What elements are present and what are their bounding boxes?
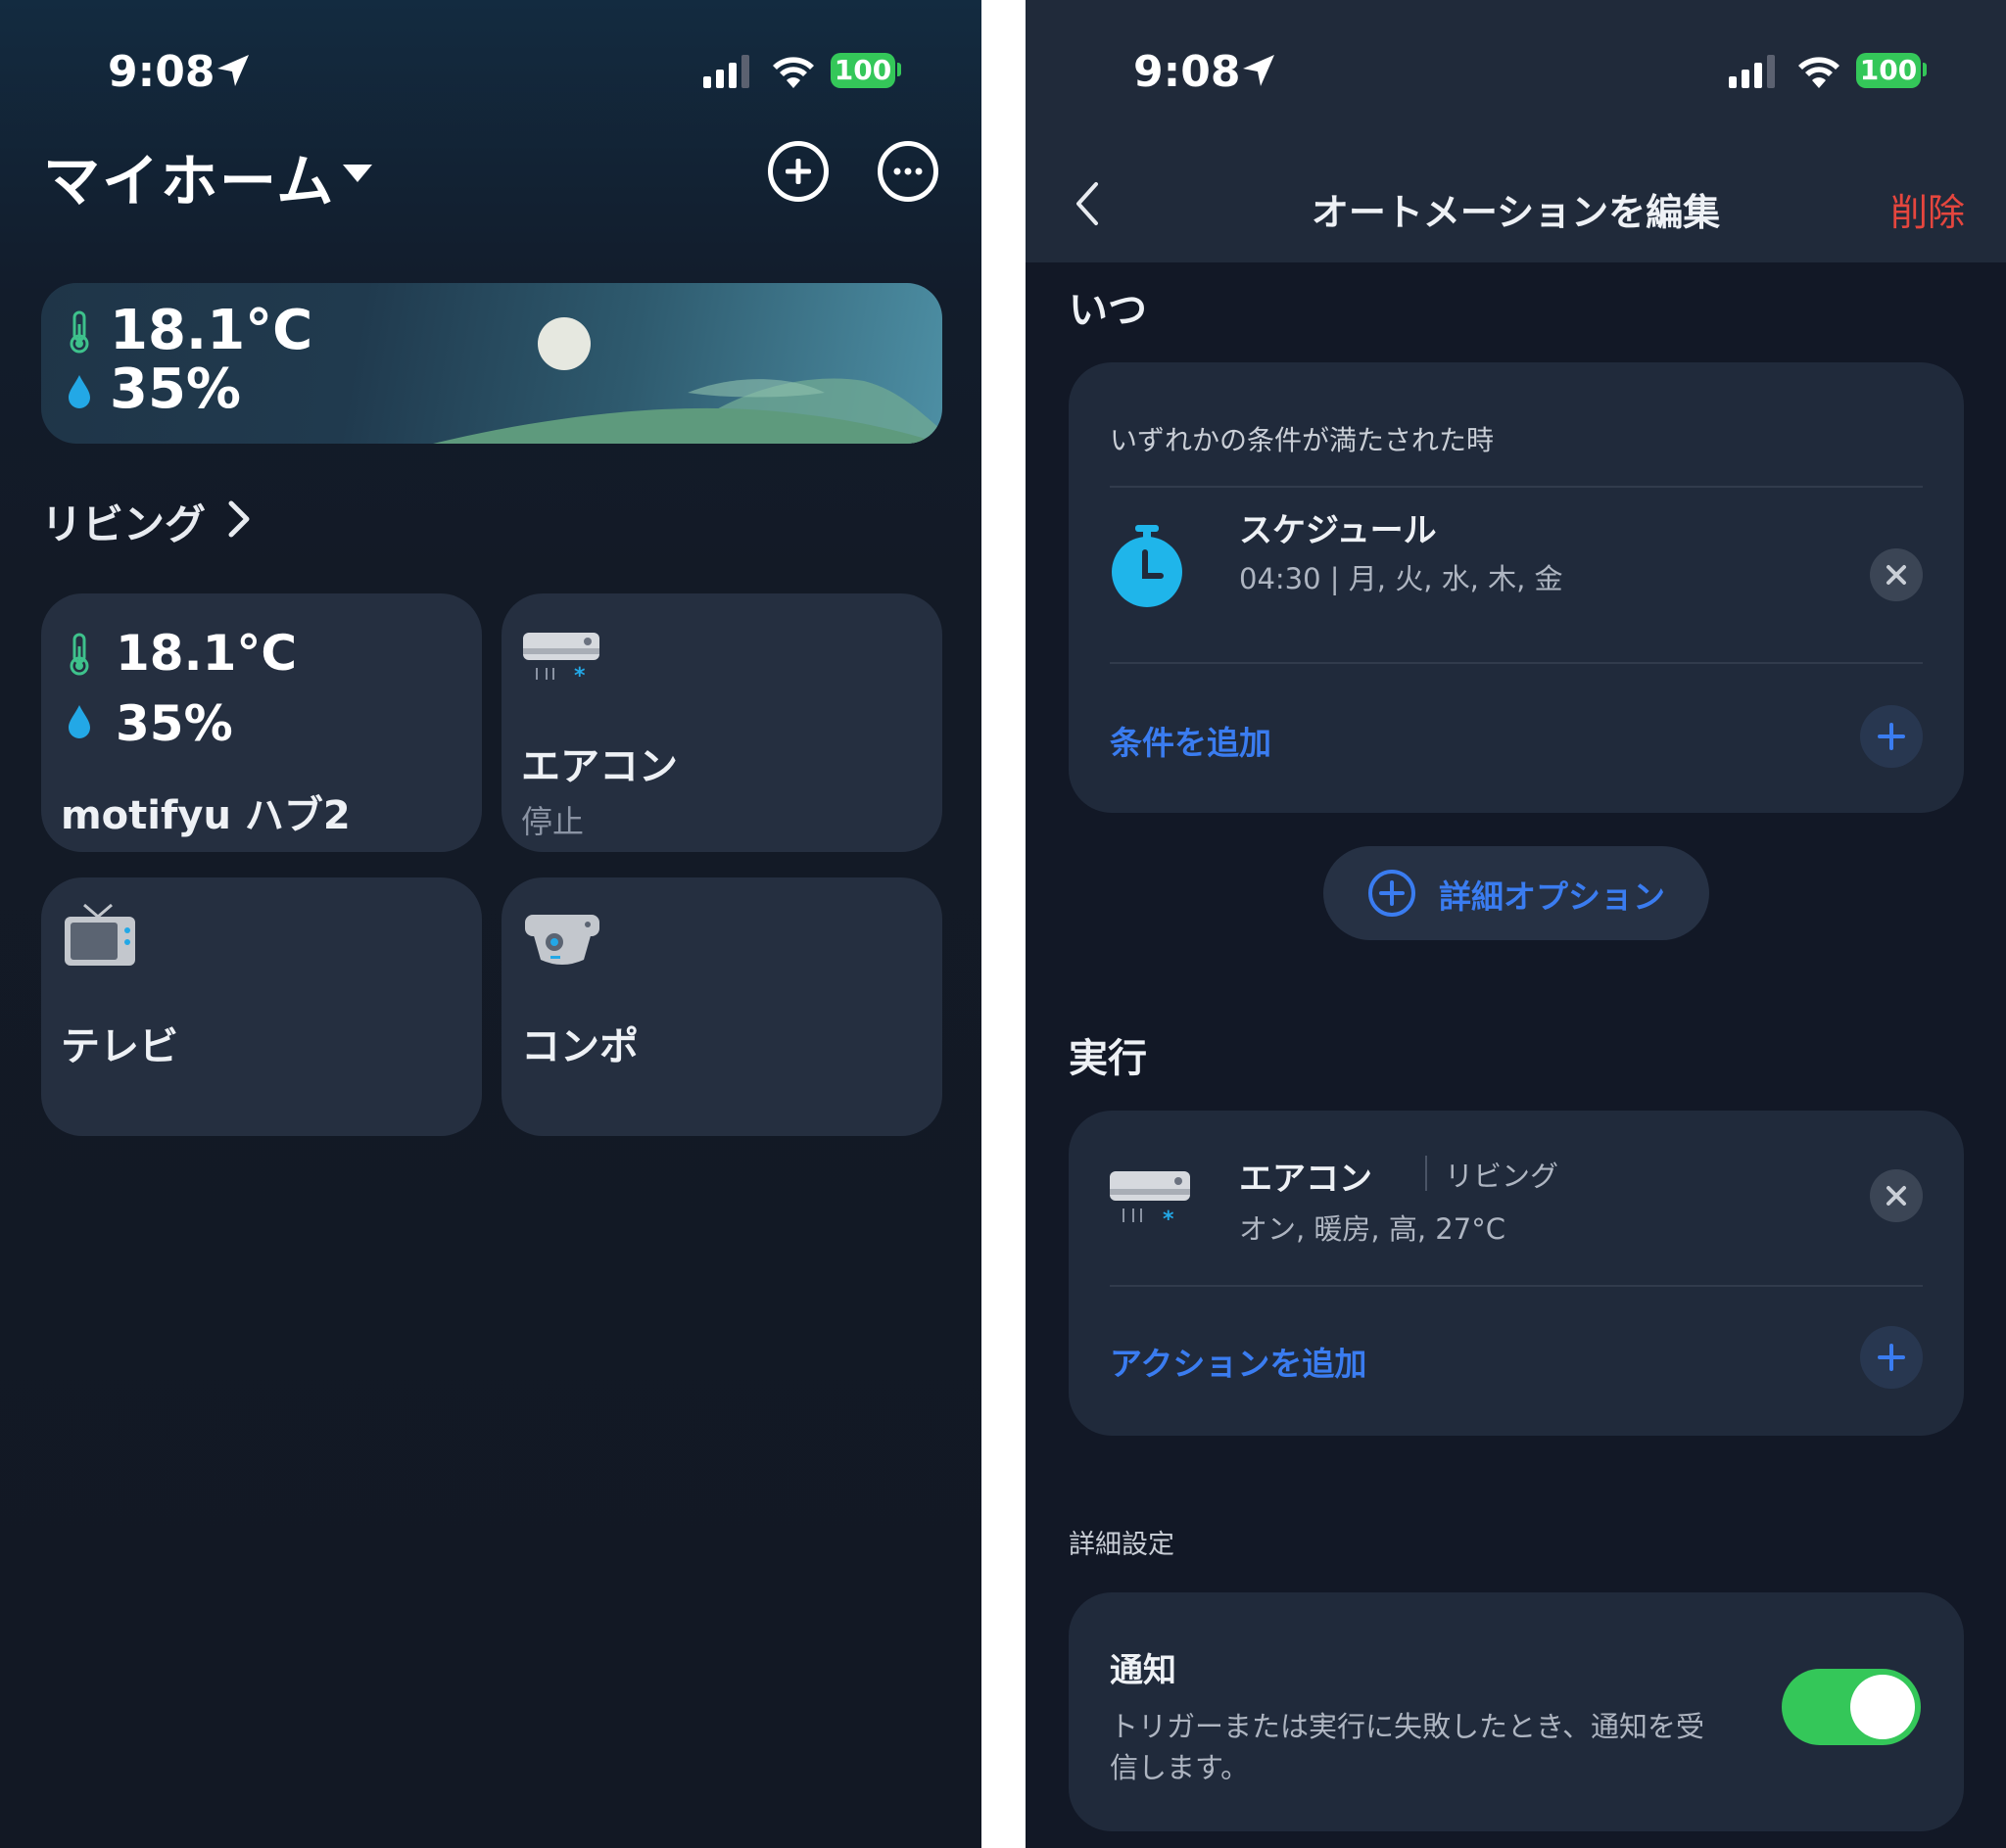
battery-cap: [897, 63, 901, 76]
add-action-button[interactable]: [1860, 1326, 1923, 1389]
divider: [1110, 1285, 1923, 1287]
status-bar: 9:08 100: [1026, 0, 2006, 147]
stereo-icon: [525, 915, 599, 965]
notification-toggle[interactable]: [1782, 1669, 1921, 1745]
room-link-living[interactable]: リビング: [41, 492, 206, 551]
status-bar: 9:08 100: [0, 0, 981, 147]
notification-description-line1: トリガーまたは実行に失敗したとき、通知を受: [1110, 1710, 1704, 1743]
tv-name: テレビ: [61, 1024, 178, 1069]
hub-name: motifyu ハブ2: [61, 793, 351, 838]
section-heading-when: いつ: [1069, 288, 1147, 333]
hub-humidity: 35%: [116, 695, 233, 752]
condition-mode-label: いずれかの条件が満たされた時: [1110, 424, 1495, 456]
section-heading-execute: 実行: [1069, 1036, 1147, 1081]
trigger-detail: 04:30 | 月, 火, 水, 木, 金: [1239, 562, 1563, 595]
air-conditioner-icon: *: [523, 633, 599, 687]
close-icon: [1887, 1186, 1906, 1206]
plus-icon: [1878, 723, 1905, 750]
status-time: 9:08: [1133, 47, 1241, 97]
more-icon: [893, 167, 923, 175]
advanced-options-label: 詳細オプション: [1439, 877, 1665, 916]
wifi-icon: [773, 57, 814, 88]
humidity-drop-icon: [69, 705, 90, 738]
chevron-down-icon[interactable]: [343, 165, 372, 182]
trigger-title: スケジュール: [1239, 511, 1437, 550]
tv-icon: [65, 903, 135, 966]
toggle-knob: [1850, 1675, 1915, 1739]
action-detail: オン, 暖房, 高, 27°C: [1239, 1212, 1505, 1246]
battery-cap: [1923, 63, 1927, 76]
air-conditioner-icon: *: [1110, 1171, 1190, 1230]
more-button[interactable]: [878, 141, 938, 202]
svg-text:*: *: [1163, 1208, 1174, 1230]
location-arrow-icon: [217, 55, 249, 86]
thermometer-icon: [70, 633, 89, 676]
when-card: いずれかの条件が満たされた時 スケジュール 04:30 | 月, 火, 水, 木…: [1069, 362, 1964, 813]
delete-button[interactable]: 削除: [1890, 182, 1965, 236]
device-tile-aircon[interactable]: * エアコン 停止: [502, 593, 942, 852]
trigger-schedule-row[interactable]: スケジュール 04:30 | 月, 火, 水, 木, 金: [1069, 488, 1964, 660]
add-button[interactable]: [768, 141, 829, 202]
device-tile-tv[interactable]: テレビ: [41, 877, 482, 1136]
weather-temperature: 18.1°C: [110, 299, 313, 362]
action-room: リビング: [1445, 1160, 1559, 1193]
weather-card[interactable]: 18.1°C 35%: [41, 283, 942, 444]
notification-card: 通知 トリガーまたは実行に失敗したとき、通知を受 信します。: [1069, 1592, 1964, 1831]
divider: [1110, 662, 1923, 664]
home-selector[interactable]: マイホーム: [43, 135, 335, 217]
battery-indicator: 100: [1856, 53, 1921, 88]
status-time: 9:08: [108, 47, 215, 97]
notification-description-line2: 信します。: [1110, 1751, 1250, 1784]
aircon-status: 停止: [521, 803, 585, 840]
wifi-icon: [1798, 57, 1839, 88]
device-tile-hub[interactable]: 18.1°C 35% motifyu ハブ2: [41, 593, 482, 852]
home-screen: 9:08 100 マイホーム 18.1°C 35% リビング 18.1°C 35…: [0, 0, 981, 1848]
cellular-signal-icon: [1729, 55, 1775, 88]
remove-trigger-button[interactable]: [1870, 548, 1923, 601]
weather-humidity: 35%: [110, 357, 242, 421]
aircon-name: エアコン: [521, 744, 678, 789]
timer-icon: [1112, 525, 1182, 607]
svg-text:*: *: [574, 664, 586, 687]
add-condition-link[interactable]: 条件を追加: [1110, 717, 1271, 764]
add-condition-button[interactable]: [1860, 705, 1923, 768]
cellular-signal-icon: [703, 55, 749, 88]
add-action-link[interactable]: アクションを追加: [1110, 1338, 1366, 1385]
location-arrow-icon: [1243, 55, 1274, 86]
remove-action-button[interactable]: [1870, 1169, 1923, 1222]
hub-temperature: 18.1°C: [116, 625, 298, 682]
device-tile-stereo[interactable]: コンポ: [502, 877, 942, 1136]
advanced-options-button[interactable]: 詳細オプション: [1323, 846, 1709, 940]
action-aircon-row[interactable]: * エアコン リビング オン, 暖房, 高, 27°C: [1069, 1111, 1964, 1285]
execute-card: * エアコン リビング オン, 暖房, 高, 27°C アクションを追加: [1069, 1111, 1964, 1436]
edit-automation-screen: 9:08 100 オートメーションを編集 削除 いつ いずれかの条件が満たされた…: [1026, 0, 2006, 1848]
chevron-right-icon[interactable]: [227, 499, 251, 539]
humidity-drop-icon: [69, 375, 90, 408]
section-heading-settings: 詳細設定: [1069, 1530, 1174, 1560]
plus-circle-icon: [1368, 870, 1415, 917]
page-title: オートメーションを編集: [1311, 191, 1721, 234]
notification-title: 通知: [1110, 1651, 1176, 1690]
stereo-name: コンポ: [521, 1024, 639, 1069]
thermometer-icon: [70, 310, 89, 354]
action-title: エアコン: [1239, 1160, 1372, 1199]
close-icon: [1887, 565, 1906, 585]
battery-indicator: 100: [831, 53, 895, 88]
plus-icon: [786, 159, 811, 184]
title-separator: [1425, 1156, 1427, 1191]
plus-icon: [1878, 1344, 1905, 1371]
